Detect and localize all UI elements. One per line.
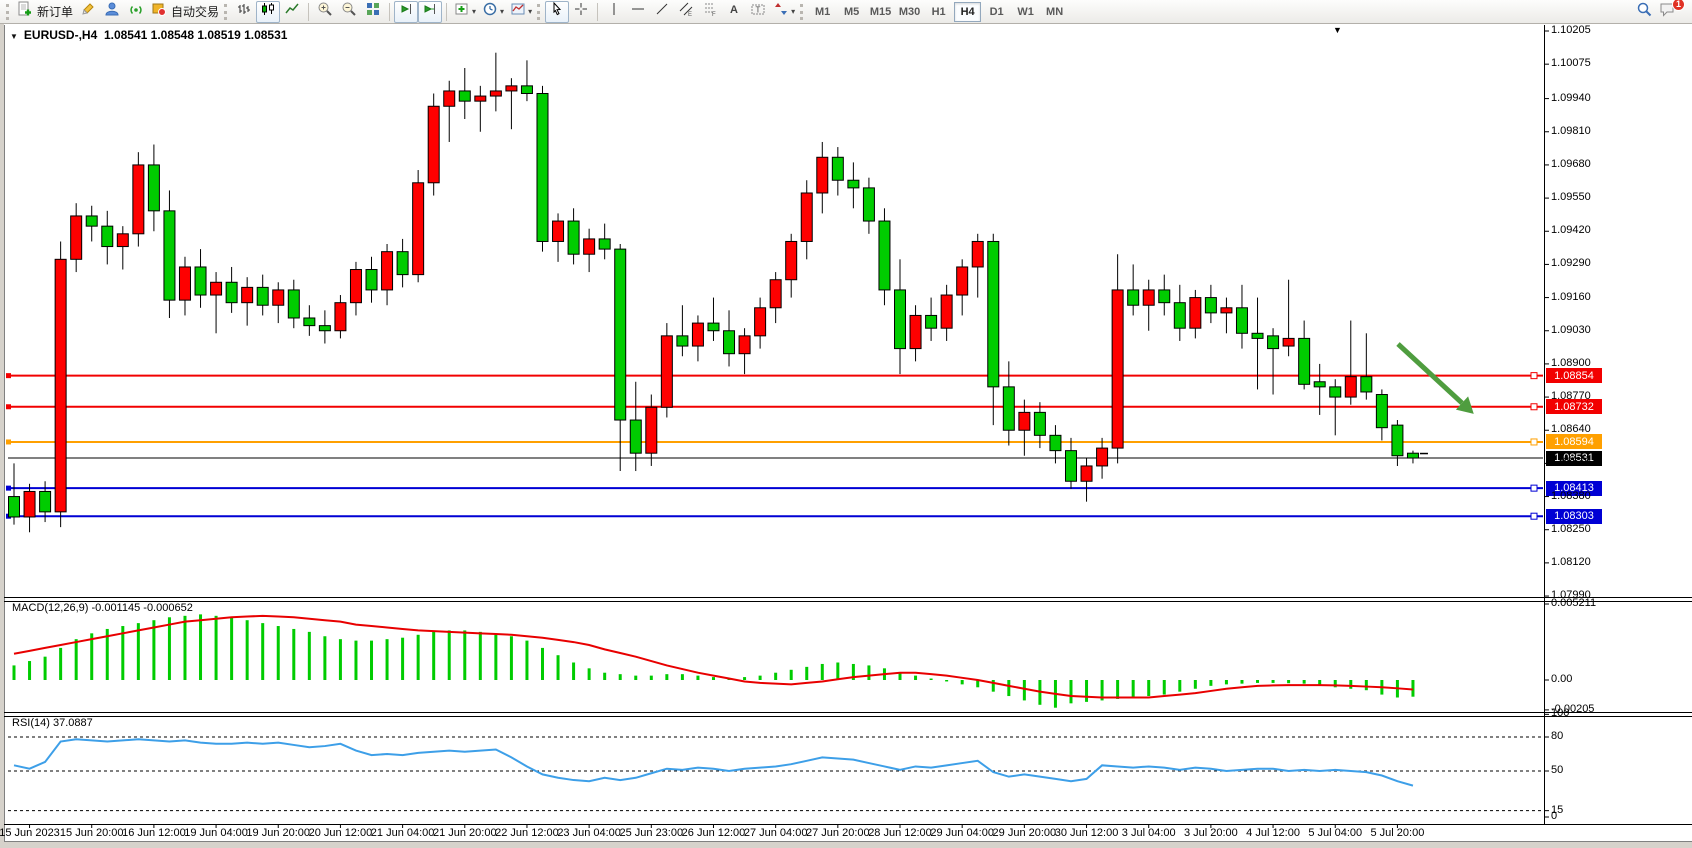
fibonacci-icon: F	[702, 1, 718, 22]
signals-icon	[128, 1, 144, 22]
chevron-down-icon: ▾	[528, 7, 532, 16]
chart-canvas[interactable]	[4, 24, 1692, 842]
search-icon	[1636, 1, 1653, 23]
auto-scroll-button[interactable]	[394, 1, 418, 23]
indicators-icon	[454, 1, 470, 22]
toolbar-grip[interactable]	[537, 4, 542, 20]
templates-icon	[510, 1, 526, 22]
vertical-line-button[interactable]	[602, 1, 626, 23]
chevron-down-icon: ▾	[791, 7, 795, 16]
timeframe-button-d1[interactable]: D1	[983, 2, 1010, 22]
periods-icon	[482, 1, 498, 22]
chat-button[interactable]: 1	[1656, 1, 1680, 23]
zoom-out-button[interactable]	[337, 1, 361, 23]
timeframe-button-m30[interactable]: M30	[896, 2, 923, 22]
crosshair-button[interactable]	[569, 1, 593, 23]
templates-button[interactable]: ▾	[507, 1, 535, 23]
line-chart-icon	[284, 1, 300, 22]
timeframe-button-mn[interactable]: MN	[1041, 2, 1068, 22]
auto-scroll-icon	[398, 1, 414, 22]
arrows-icon	[773, 1, 789, 22]
svg-text:T: T	[756, 6, 761, 15]
text-label-icon: T	[750, 1, 766, 22]
new-order-label: 新订单	[37, 3, 73, 20]
metaeditor-icon	[104, 1, 120, 22]
trendline-icon	[654, 1, 670, 22]
auto-trading-button[interactable]: 自动交易	[148, 1, 222, 23]
window-bottom-strip	[0, 842, 1692, 848]
text-button[interactable]: A	[722, 1, 746, 23]
zoom-in-icon	[317, 1, 333, 22]
mt4-application: 新订单 自动交易	[0, 0, 1692, 848]
indicators-button[interactable]: ▾	[451, 1, 479, 23]
line-chart-button[interactable]	[280, 1, 304, 23]
zoom-out-icon	[341, 1, 357, 22]
chevron-down-icon: ▾	[472, 7, 476, 16]
timeframe-button-m15[interactable]: M15	[867, 2, 894, 22]
chart-shift-icon	[422, 1, 438, 22]
search-button[interactable]	[1632, 1, 1656, 23]
trendline-button[interactable]	[650, 1, 674, 23]
timeframe-toolbar: M1M5M15M30H1H4D1W1MN	[808, 0, 1069, 24]
candlestick-chart-icon	[260, 1, 276, 22]
zoom-in-button[interactable]	[313, 1, 337, 23]
channel-icon: E	[678, 1, 694, 22]
text-label-button[interactable]: T	[746, 1, 770, 23]
arrows-button[interactable]: ▾	[770, 1, 798, 23]
timeframe-button-m1[interactable]: M1	[809, 2, 836, 22]
date-axis[interactable]	[0, 825, 1546, 841]
marker-icon	[80, 1, 96, 22]
cursor-icon	[549, 1, 565, 22]
signals-button[interactable]	[124, 1, 148, 23]
marker-button[interactable]	[76, 1, 100, 23]
metaeditor-button[interactable]	[100, 1, 124, 23]
main-toolbar: 新订单 自动交易	[0, 0, 1692, 24]
bar-chart-button[interactable]	[232, 1, 256, 23]
timeframe-button-h4[interactable]: H4	[954, 2, 981, 22]
auto-trading-icon	[151, 1, 167, 22]
tile-windows-button[interactable]	[361, 1, 385, 23]
timeframe-button-m5[interactable]: M5	[838, 2, 865, 22]
channel-button[interactable]: E	[674, 1, 698, 23]
price-axis[interactable]	[1546, 24, 1692, 824]
auto-trading-label: 自动交易	[171, 3, 219, 20]
new-order-button[interactable]: 新订单	[14, 1, 76, 23]
tile-windows-icon	[365, 1, 381, 22]
svg-text:E: E	[688, 12, 692, 17]
fibonacci-button[interactable]: F	[698, 1, 722, 23]
new-order-icon	[17, 1, 33, 22]
horizontal-line-button[interactable]	[626, 1, 650, 23]
chevron-down-icon: ▾	[500, 7, 504, 16]
text-icon: A	[726, 1, 742, 22]
toolbar-grip[interactable]	[800, 4, 805, 20]
timeframe-button-h1[interactable]: H1	[925, 2, 952, 22]
bar-chart-icon	[236, 1, 252, 22]
vertical-line-icon	[606, 1, 622, 22]
crosshair-icon	[573, 1, 589, 22]
candlestick-chart-button[interactable]	[256, 1, 280, 23]
chat-badge: 1	[1672, 0, 1685, 11]
periods-button[interactable]: ▾	[479, 1, 507, 23]
timeframe-button-w1[interactable]: W1	[1012, 2, 1039, 22]
toolbar-grip[interactable]	[224, 4, 229, 20]
svg-text:F: F	[712, 12, 716, 17]
cursor-button[interactable]	[545, 1, 569, 23]
toolbar-grip[interactable]	[6, 4, 11, 20]
horizontal-line-icon	[630, 1, 646, 22]
chart-shift-button[interactable]	[418, 1, 442, 23]
svg-text:A: A	[730, 4, 738, 16]
